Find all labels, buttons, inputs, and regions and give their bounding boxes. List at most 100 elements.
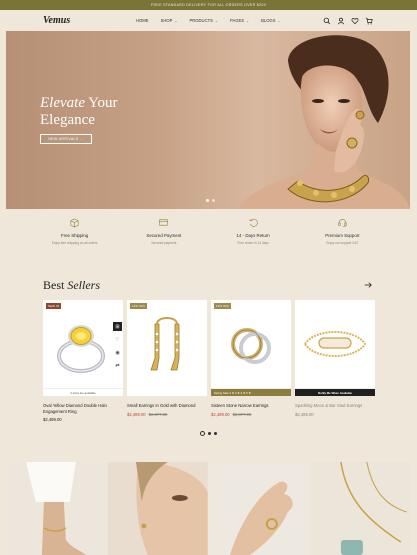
nav-products-label: PRODUCTS bbox=[189, 18, 213, 23]
product-card[interactable]: Notify Me When Available Sparkling Moon … bbox=[295, 300, 375, 422]
main-nav: HOME SHOP ⌄ PRODUCTS ⌄ PAGES ⌄ BLOGS ⌄ bbox=[136, 18, 281, 23]
hoop-earrings-image bbox=[231, 328, 271, 364]
product-badge: NEW IN bbox=[46, 303, 62, 309]
product-actions: ⊞ ♡ ◉ ⇄ bbox=[113, 322, 122, 370]
header-icons bbox=[323, 17, 373, 25]
sale-countdown: Spring Sale 4 ★ 2 ★ 4 ★ 5 ★ bbox=[211, 388, 291, 396]
chevron-down-icon: ⌄ bbox=[174, 18, 178, 23]
best-sellers-title: Best Sellers bbox=[43, 278, 100, 293]
hero-banner: Elevate Your Elegance NEW ARRIVALS → bbox=[6, 31, 410, 209]
notify-me-button[interactable]: Notify Me When Available bbox=[295, 388, 375, 396]
feature-item: Secured Payment Secured payment bbox=[119, 217, 208, 253]
product-price: $2,499.00 bbox=[43, 417, 62, 423]
nav-shop[interactable]: SHOP ⌄ bbox=[161, 18, 178, 23]
product-image[interactable]: NEW IN ⊞ ♡ ◉ ⇄ 2 sizes are available bbox=[43, 300, 123, 396]
heart-icon[interactable]: ♡ bbox=[113, 335, 122, 344]
site-header: Vemus HOME SHOP ⌄ PRODUCTS ⌄ PAGES ⌄ BLOGS ⌄ bbox=[0, 10, 417, 32]
product-image[interactable]: Notify Me When Available bbox=[295, 300, 375, 396]
cart-icon[interactable] bbox=[365, 17, 373, 25]
product-old-price: $2,877.00 bbox=[148, 411, 168, 417]
feature-subtitle: Free return in 14 days bbox=[237, 241, 269, 245]
compare-icon[interactable]: ⇄ bbox=[113, 361, 122, 370]
feature-title: 14 - Days Return bbox=[236, 233, 270, 238]
feature-title: Free Shipping bbox=[60, 233, 89, 238]
heart-icon[interactable] bbox=[351, 17, 359, 25]
price-row: $2,499.00 bbox=[295, 412, 375, 417]
hero-slider-dots bbox=[206, 199, 215, 202]
chevron-down-icon: ⌄ bbox=[246, 18, 250, 23]
hero-model-image bbox=[238, 35, 410, 209]
feature-subtitle: Secured payment bbox=[151, 241, 177, 245]
product-name[interactable]: Oval Yellow Diamond Double Halo Engageme… bbox=[43, 403, 123, 414]
nav-products[interactable]: PRODUCTS ⌄ bbox=[189, 18, 218, 23]
nav-blogs[interactable]: BLOGS ⌄ bbox=[261, 18, 280, 23]
return-icon bbox=[248, 218, 258, 227]
user-icon[interactable] bbox=[337, 17, 345, 25]
product-card[interactable]: 10% OFF Small Earrings In Gold with Diam… bbox=[127, 300, 207, 422]
logo[interactable]: Vemus bbox=[43, 15, 70, 26]
hero-title-line2: Elegance bbox=[40, 112, 95, 128]
nav-home-label: HOME bbox=[136, 18, 149, 23]
product-name[interactable]: Sixteen Stone Narrow Earrings bbox=[211, 403, 291, 409]
carousel-dot[interactable] bbox=[208, 432, 211, 435]
size-availability: 2 sizes are available bbox=[43, 388, 123, 396]
nav-shop-label: SHOP bbox=[160, 18, 173, 23]
product-card[interactable]: NEW IN ⊞ ♡ ◉ ⇄ 2 sizes are available Ova… bbox=[43, 300, 123, 422]
feature-subtitle: Enjoy our support 24/7 bbox=[326, 241, 359, 245]
product-price: $2,499.00 bbox=[211, 411, 230, 417]
headset-icon bbox=[338, 219, 347, 228]
hero-title: Elevate Your Elegance bbox=[40, 95, 118, 129]
price-row: $2,499.00 bbox=[43, 417, 123, 422]
product-old-price: $2,877.00 bbox=[232, 411, 252, 417]
earring-model-image bbox=[107, 462, 208, 555]
product-price: $2,499.00 bbox=[295, 411, 314, 417]
product-badge: 10% OFF bbox=[130, 303, 148, 309]
feature-subtitle: Enjoy free shipping on all orders bbox=[51, 241, 98, 245]
ring-image bbox=[57, 325, 105, 373]
feature-title: Secured Payment bbox=[146, 233, 182, 238]
search-icon[interactable] bbox=[323, 17, 331, 25]
gallery-image[interactable] bbox=[311, 462, 411, 555]
best-sellers-title-italic: Sellers bbox=[67, 278, 101, 292]
hero-dot[interactable] bbox=[212, 199, 215, 202]
arrow-right-icon[interactable] bbox=[364, 281, 372, 289]
new-arrivals-button[interactable]: NEW ARRIVALS → bbox=[40, 134, 92, 144]
hero-title-rest: Your bbox=[84, 95, 118, 111]
gallery-image[interactable] bbox=[209, 462, 310, 555]
price-row: $2,499.00 $2,877.00 bbox=[127, 412, 207, 417]
price-row: $2,499.00 $2,877.00 bbox=[211, 412, 291, 417]
pendant-image bbox=[311, 462, 411, 555]
hero-title-italic: Elevate bbox=[40, 95, 85, 111]
carousel-dot[interactable] bbox=[200, 431, 205, 436]
anklet-image bbox=[6, 462, 106, 555]
product-badge: 10% OFF bbox=[214, 303, 232, 309]
product-name[interactable]: Small Earrings In Gold with Diamond bbox=[127, 403, 207, 409]
announcement-bar: FREE STANDARD DELIVERY FOR ALL ORDERS OV… bbox=[0, 0, 417, 10]
feature-item: 14 - Days Return Free return in 14 days bbox=[209, 217, 298, 253]
ring-hand-image bbox=[209, 462, 310, 555]
nav-pages-label: PAGES bbox=[229, 18, 245, 23]
nav-blogs-label: BLOGS bbox=[261, 18, 276, 23]
eye-icon[interactable]: ◉ bbox=[113, 348, 122, 357]
product-image[interactable]: 10% OFF bbox=[127, 300, 207, 396]
gallery-image[interactable] bbox=[107, 462, 208, 555]
chevron-down-icon: ⌄ bbox=[214, 18, 218, 23]
cart-icon[interactable]: ⊞ bbox=[113, 322, 122, 331]
product-carousel: NEW IN ⊞ ♡ ◉ ⇄ 2 sizes are available Ova… bbox=[43, 300, 375, 422]
product-price: $2,499.00 bbox=[127, 411, 146, 417]
earrings-image bbox=[150, 317, 180, 371]
features-row: Free Shipping Enjoy free shipping on all… bbox=[30, 217, 387, 253]
chevron-down-icon: ⌄ bbox=[277, 18, 281, 23]
product-card[interactable]: 10% OFF Spring Sale 4 ★ 2 ★ 4 ★ 5 ★ Sixt… bbox=[211, 300, 291, 422]
product-image[interactable]: 10% OFF Spring Sale 4 ★ 2 ★ 4 ★ 5 ★ bbox=[211, 300, 291, 396]
feature-item: Premium Support Enjoy our support 24/7 bbox=[298, 217, 387, 253]
carousel-dots bbox=[200, 431, 217, 436]
best-sellers-title-plain: Best bbox=[43, 278, 68, 292]
hero-dot[interactable] bbox=[206, 199, 209, 202]
nav-home[interactable]: HOME bbox=[136, 18, 149, 23]
gallery-image[interactable] bbox=[6, 462, 106, 555]
carousel-dot[interactable] bbox=[214, 432, 217, 435]
nav-pages[interactable]: PAGES ⌄ bbox=[230, 18, 249, 23]
product-name[interactable]: Sparkling Moon & Bar Stud Earrings bbox=[295, 403, 375, 409]
announcement-text: FREE STANDARD DELIVERY FOR ALL ORDERS OV… bbox=[150, 3, 267, 7]
